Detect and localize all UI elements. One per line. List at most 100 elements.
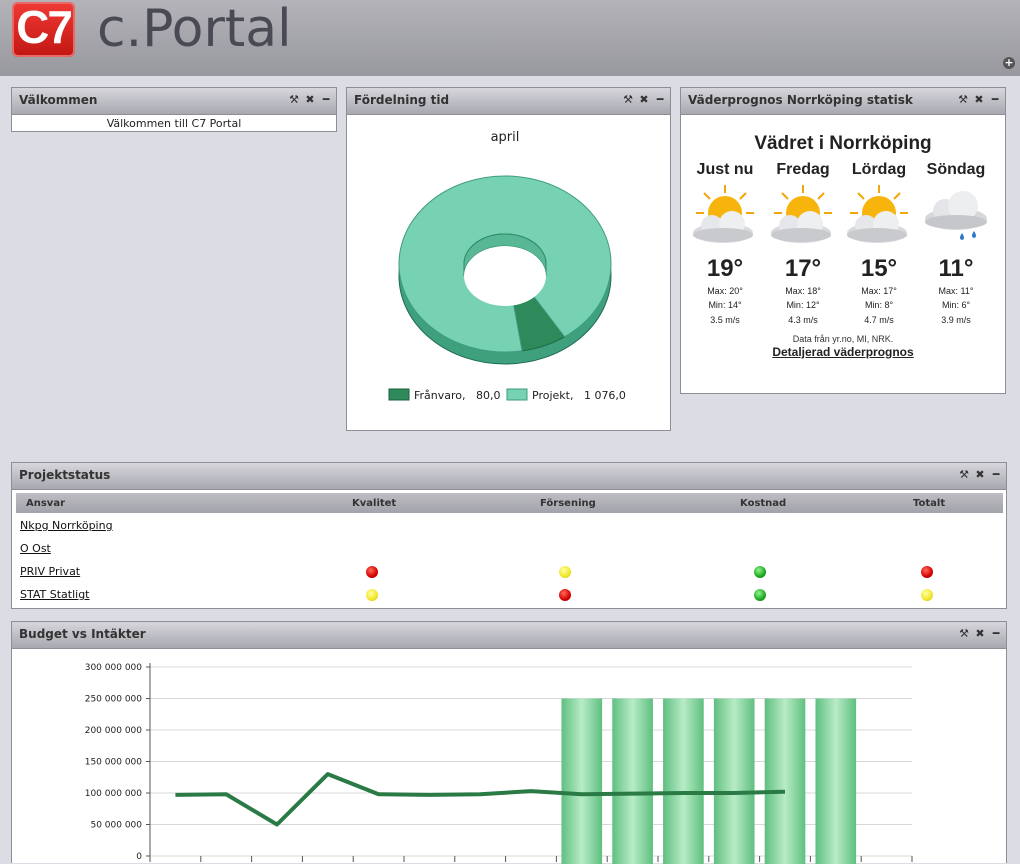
sun-cloud-icon: [765, 183, 841, 255]
weather-min: Min: 6°: [918, 299, 994, 311]
panel-titlebar[interactable]: Budget vs Intäkter ⚒ ✖ ━: [12, 622, 1006, 649]
wrench-icon[interactable]: ⚒: [958, 468, 970, 482]
c7-logo[interactable]: C7: [12, 2, 75, 57]
column-header[interactable]: Totalt: [913, 498, 945, 509]
time-distribution-chart: april Frånvaro, 80,0 Projekt, 1 076,0: [347, 114, 670, 430]
logo-text: C7: [12, 0, 75, 54]
panel-titlebar[interactable]: Välkommen ⚒ ✖ ━: [12, 88, 336, 115]
minimize-icon[interactable]: ━: [990, 627, 1002, 641]
welcome-panel: Välkommen ⚒ ✖ ━ Välkommen till C7 Portal: [11, 87, 337, 132]
weather-heading: Vädret i Norrköping: [681, 133, 1005, 155]
y-tick-label: 300 000 000: [85, 663, 143, 673]
weather-min: Min: 12°: [765, 299, 841, 311]
weather-source: Data från yr.no, MI, NRK.: [681, 334, 1005, 344]
table-row: Nkpg Norrköping: [16, 515, 1003, 538]
wrench-icon[interactable]: ⚒: [957, 93, 969, 107]
weather-wind: 4.7 m/s: [841, 315, 917, 325]
legend-swatch-projekt: [507, 389, 527, 400]
legend-label-projekt: Projekt, 1 076,0: [532, 389, 626, 402]
weather-day: Just nu 19° Max: 20° Min: 14° 3.5 m/s: [687, 161, 763, 325]
row-link[interactable]: Nkpg Norrköping: [20, 519, 113, 532]
weather-panel: Väderprognos Norrköping statisk ⚒ ✖ ━ Vä…: [680, 87, 1006, 394]
table-row: PRIV Privat: [16, 561, 1003, 584]
weather-temp: 17°: [765, 255, 841, 283]
panel-titlebar[interactable]: Projektstatus ⚒ ✖ ━: [12, 463, 1006, 490]
panel-titlebar[interactable]: Väderprognos Norrköping statisk ⚒ ✖ ━: [681, 88, 1005, 115]
table-header: Ansvar Kvalitet Försening Kostnad Totalt: [16, 493, 1003, 513]
bar: [663, 699, 704, 864]
wrench-icon[interactable]: ⚒: [288, 93, 300, 107]
status-dot-yellow: [559, 566, 571, 578]
time-distribution-panel: Fördelning tid ⚒ ✖ ━ april Frånvaro, 80,…: [346, 87, 671, 431]
status-dot-red: [559, 589, 571, 601]
status-dot-green: [754, 566, 766, 578]
table-row: STAT Statligt: [16, 584, 1003, 607]
y-tick-label: 0: [136, 852, 142, 862]
weather-day-label: Söndag: [918, 161, 994, 179]
y-tick-label: 50 000 000: [90, 821, 142, 831]
close-icon[interactable]: ✖: [974, 627, 986, 641]
weather-wind: 3.9 m/s: [918, 315, 994, 325]
close-icon[interactable]: ✖: [638, 93, 650, 107]
weather-max: Max: 18°: [765, 285, 841, 297]
legend-swatch-franvaro: [389, 389, 409, 400]
close-icon[interactable]: ✖: [973, 93, 985, 107]
panel-title: Fördelning tid: [354, 93, 449, 107]
row-link[interactable]: STAT Statligt: [20, 588, 90, 601]
close-icon[interactable]: ✖: [304, 93, 316, 107]
budget-panel: Budget vs Intäkter ⚒ ✖ ━ 300 000 000250 …: [11, 621, 1007, 863]
y-tick-label: 150 000 000: [85, 758, 143, 768]
weather-max: Max: 17°: [841, 285, 917, 297]
status-dot-yellow: [366, 589, 378, 601]
bar: [815, 699, 856, 864]
column-header[interactable]: Försening: [540, 498, 596, 509]
status-dot-green: [754, 589, 766, 601]
weather-min: Min: 14°: [687, 299, 763, 311]
row-link[interactable]: O Ost: [20, 542, 51, 555]
legend-label-franvaro: Frånvaro, 80,0: [414, 389, 501, 402]
sun-cloud-icon: [841, 183, 917, 255]
weather-day: Söndag 11° Max: 11° Min: 6° 3.9 m/s: [918, 161, 994, 325]
detailed-forecast-link[interactable]: Detaljerad väderprognos: [681, 345, 1005, 359]
wrench-icon[interactable]: ⚒: [958, 627, 970, 641]
column-header[interactable]: Ansvar: [26, 498, 65, 509]
panel-title: Välkommen: [19, 93, 97, 107]
bar: [612, 699, 653, 864]
y-tick-label: 200 000 000: [85, 726, 143, 736]
rain-cloud-icon: [918, 183, 994, 255]
status-dot-yellow: [921, 589, 933, 601]
y-tick-label: 100 000 000: [85, 789, 143, 799]
minimize-icon[interactable]: ━: [989, 93, 1001, 107]
weather-max: Max: 20°: [687, 285, 763, 297]
weather-temp: 15°: [841, 255, 917, 283]
close-icon[interactable]: ✖: [974, 468, 986, 482]
status-dot-red: [366, 566, 378, 578]
chart-title: april: [491, 130, 520, 145]
bar: [561, 699, 602, 864]
minimize-icon[interactable]: ━: [654, 93, 666, 107]
table-row: O Ost: [16, 538, 1003, 561]
minimize-icon[interactable]: ━: [990, 468, 1002, 482]
weather-day: Lördag 15° Max: 17° Min: 8° 4.7 m/s: [841, 161, 917, 325]
status-dot-red: [921, 566, 933, 578]
panel-titlebar[interactable]: Fördelning tid ⚒ ✖ ━: [347, 88, 670, 115]
weather-min: Min: 8°: [841, 299, 917, 311]
column-header[interactable]: Kostnad: [740, 498, 786, 509]
pie-hole-inner: [464, 246, 546, 306]
minimize-icon[interactable]: ━: [320, 93, 332, 107]
panel-title: Projektstatus: [19, 468, 110, 482]
plus-circle-icon[interactable]: +: [1003, 57, 1015, 69]
bar: [714, 699, 755, 864]
row-link[interactable]: PRIV Privat: [20, 565, 80, 578]
project-status-panel: Projektstatus ⚒ ✖ ━ Ansvar Kvalitet Förs…: [11, 462, 1007, 609]
column-header[interactable]: Kvalitet: [352, 498, 396, 509]
weather-max: Max: 11°: [918, 285, 994, 297]
budget-chart: 300 000 000250 000 000200 000 000150 000…: [12, 649, 1006, 864]
weather-wind: 3.5 m/s: [687, 315, 763, 325]
weather-wind: 4.3 m/s: [765, 315, 841, 325]
panel-title: Budget vs Intäkter: [19, 627, 146, 641]
sun-cloud-icon: [687, 183, 763, 255]
wrench-icon[interactable]: ⚒: [622, 93, 634, 107]
weather-day-label: Just nu: [687, 161, 763, 179]
bar: [765, 699, 806, 864]
